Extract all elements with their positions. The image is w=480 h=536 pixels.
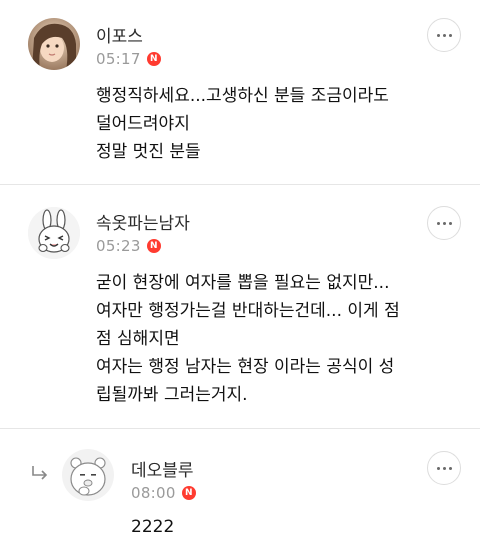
comment-line: 2222 [131,517,175,536]
author-name[interactable]: 이포스 [96,22,143,47]
avatar[interactable] [28,18,80,70]
comment-line: 굳이 현장에 여자를 뽑을 필요는 없지만... [96,273,390,293]
new-badge-icon: N [181,486,196,500]
timestamp-row: 05:17 N [96,50,161,68]
reply-item: 데오블루 08:00 N 2222 [0,429,480,536]
new-badge-icon: N [146,239,161,253]
more-horizontal-icon [436,33,440,37]
comment-body: 굳이 현장에 여자를 뽑을 필요는 없지만... 여자만 행정가는걸 반대하는건… [96,269,400,409]
avatar[interactable] [28,207,80,259]
timestamp: 05:23 [96,237,141,255]
more-options-button[interactable] [427,206,461,240]
comment-line: 여자만 행정가는걸 반대하는건데... 이게 점 [96,301,400,321]
comment-line: 점 심해지면 [96,329,180,349]
more-horizontal-icon [436,466,440,470]
author-name[interactable]: 속옷파는남자 [96,209,190,234]
comment-line: 여자는 행정 남자는 현장 이라는 공식이 성 [96,357,395,377]
new-badge-icon: N [146,52,161,66]
more-options-button[interactable] [427,18,461,52]
comment-body: 2222 [131,513,174,536]
reply-arrow-icon [30,465,50,485]
timestamp-row: 05:23 N [96,237,161,255]
comment-line: 정말 멋진 분들 [96,142,201,162]
timestamp: 08:00 [131,484,176,502]
comment-body: 행정직하세요...고생하신 분들 조금이라도 덜어드려야지 정말 멋진 분들 [96,82,389,166]
comment-line: 립될까봐 그러는거지. [96,385,248,405]
avatar[interactable] [62,449,114,501]
comment-line: 덜어드려야지 [96,114,190,134]
timestamp: 05:17 [96,50,141,68]
more-options-button[interactable] [427,451,461,485]
timestamp-row: 08:00 N [131,484,196,502]
author-name[interactable]: 데오블루 [131,456,194,481]
comment-line: 행정직하세요...고생하신 분들 조금이라도 [96,86,389,106]
comment-item: 속옷파는남자 05:23 N 굳이 현장에 여자를 뽑을 필요는 없지만... … [0,185,480,428]
more-horizontal-icon [436,221,440,225]
comment-thread: 이포스 05:17 N 행정직하세요...고생하신 분들 조금이라도 덜어드려야… [0,0,480,536]
comment-item: 이포스 05:17 N 행정직하세요...고생하신 분들 조금이라도 덜어드려야… [0,0,480,184]
